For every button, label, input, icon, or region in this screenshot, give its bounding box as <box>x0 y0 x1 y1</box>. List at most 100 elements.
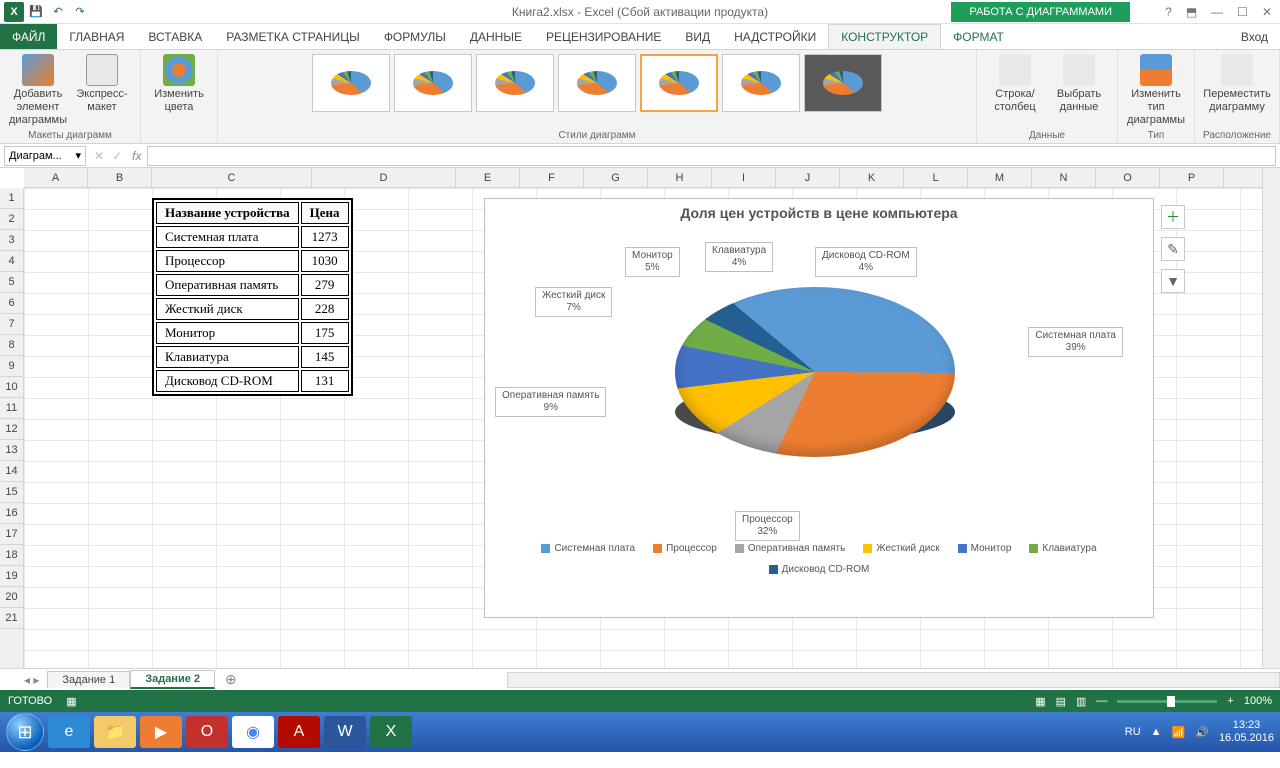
row-header[interactable]: 7 <box>0 314 23 335</box>
row-header[interactable]: 19 <box>0 566 23 587</box>
maximize-icon[interactable]: ☐ <box>1237 5 1248 19</box>
column-headers[interactable]: ABCDEFGHIJKLMNOP <box>24 168 1262 188</box>
start-button[interactable]: ⊞ <box>6 713 44 751</box>
tray-flag-icon[interactable]: ▲ <box>1151 726 1162 738</box>
col-header[interactable]: I <box>712 168 776 187</box>
row-header[interactable]: 1 <box>0 188 23 209</box>
col-header[interactable]: P <box>1160 168 1224 187</box>
tray-network-icon[interactable]: 📶 <box>1172 726 1186 739</box>
row-header[interactable]: 9 <box>0 356 23 377</box>
horizontal-scrollbar[interactable] <box>507 672 1280 688</box>
move-chart-button[interactable]: Переместить диаграмму <box>1207 54 1267 114</box>
row-header[interactable]: 16 <box>0 503 23 524</box>
sheet-tab-1[interactable]: Задание 1 <box>47 671 130 688</box>
data-table[interactable]: Название устройстваЦена Системная плата1… <box>152 198 353 396</box>
quick-layout-button[interactable]: Экспресс-макет <box>72 54 132 114</box>
vertical-scrollbar[interactable] <box>1262 168 1280 668</box>
chevron-down-icon[interactable]: ▾ <box>75 149 81 162</box>
row-header[interactable]: 5 <box>0 272 23 293</box>
tray-lang[interactable]: RU <box>1125 726 1141 738</box>
col-header[interactable]: M <box>968 168 1032 187</box>
add-chart-element-button[interactable]: Добавить элемент диаграммы <box>8 54 68 128</box>
login-link[interactable]: Вход <box>1241 24 1280 49</box>
enter-icon[interactable]: ✓ <box>108 149 126 163</box>
col-header[interactable]: G <box>584 168 648 187</box>
view-break-icon[interactable]: ▥ <box>1076 695 1086 708</box>
ribbon-options-icon[interactable]: ⬒ <box>1186 5 1197 19</box>
row-header[interactable]: 15 <box>0 482 23 503</box>
col-header[interactable]: B <box>88 168 152 187</box>
tab-format[interactable]: ФОРМАТ <box>941 24 1016 49</box>
macro-icon[interactable]: ▦ <box>66 695 76 708</box>
zoom-slider[interactable] <box>1117 700 1217 703</box>
col-header[interactable]: D <box>312 168 456 187</box>
taskbar-word-icon[interactable]: W <box>324 716 366 748</box>
row-header[interactable]: 10 <box>0 377 23 398</box>
zoom-out-icon[interactable]: — <box>1096 695 1107 707</box>
tab-layout[interactable]: РАЗМЕТКА СТРАНИЦЫ <box>214 24 372 49</box>
new-sheet-button[interactable]: ⊕ <box>215 671 247 688</box>
chart-title[interactable]: Доля цен устройств в цене компьютера <box>485 199 1153 227</box>
taskbar-chrome-icon[interactable]: ◉ <box>232 716 274 748</box>
row-header[interactable]: 2 <box>0 209 23 230</box>
row-header[interactable]: 21 <box>0 608 23 629</box>
col-header[interactable]: N <box>1032 168 1096 187</box>
row-header[interactable]: 11 <box>0 398 23 419</box>
style-1[interactable] <box>312 54 390 112</box>
col-header[interactable]: C <box>152 168 312 187</box>
row-header[interactable]: 8 <box>0 335 23 356</box>
sheet-tab-2[interactable]: Задание 2 <box>130 670 215 689</box>
col-header[interactable]: O <box>1096 168 1160 187</box>
row-headers[interactable]: 123456789101112131415161718192021 <box>0 188 24 668</box>
style-5[interactable] <box>640 54 718 112</box>
row-header[interactable]: 6 <box>0 293 23 314</box>
chart-style-gallery[interactable] <box>312 54 882 114</box>
undo-icon[interactable]: ↶ <box>48 2 68 22</box>
tray-volume-icon[interactable]: 🔊 <box>1195 726 1209 739</box>
chart-object[interactable]: Доля цен устройств в цене компьютера ＋ ✎… <box>484 198 1154 618</box>
plot-area[interactable]: Системная плата39% Процессор32% Оператив… <box>485 227 1153 537</box>
zoom-in-icon[interactable]: + <box>1227 695 1233 707</box>
taskbar-explorer-icon[interactable]: 📁 <box>94 716 136 748</box>
tab-file[interactable]: ФАЙЛ <box>0 24 57 49</box>
tab-design[interactable]: КОНСТРУКТОР <box>828 24 941 49</box>
row-header[interactable]: 20 <box>0 587 23 608</box>
tab-nav-icon[interactable]: ◂ ▸ <box>24 673 47 687</box>
col-header[interactable]: E <box>456 168 520 187</box>
row-header[interactable]: 4 <box>0 251 23 272</box>
tab-insert[interactable]: ВСТАВКА <box>136 24 214 49</box>
taskbar-pdf-icon[interactable]: A <box>278 716 320 748</box>
taskbar-opera-icon[interactable]: O <box>186 716 228 748</box>
style-2[interactable] <box>394 54 472 112</box>
formula-input[interactable] <box>147 146 1276 166</box>
col-header[interactable]: J <box>776 168 840 187</box>
style-6[interactable] <box>722 54 800 112</box>
change-colors-button[interactable]: Изменить цвета <box>149 54 209 114</box>
cancel-icon[interactable]: ✕ <box>90 149 108 163</box>
chart-filters-button[interactable]: ▼ <box>1161 269 1185 293</box>
tab-formulas[interactable]: ФОРМУЛЫ <box>372 24 458 49</box>
tab-review[interactable]: РЕЦЕНЗИРОВАНИЕ <box>534 24 673 49</box>
help-icon[interactable]: ? <box>1165 5 1172 19</box>
taskbar-ie-icon[interactable]: e <box>48 716 90 748</box>
style-3[interactable] <box>476 54 554 112</box>
switch-row-col-button[interactable]: Строка/столбец <box>985 54 1045 114</box>
redo-icon[interactable]: ↷ <box>70 2 90 22</box>
view-layout-icon[interactable]: ▤ <box>1056 695 1066 708</box>
col-header[interactable]: K <box>840 168 904 187</box>
tab-home[interactable]: ГЛАВНАЯ <box>57 24 136 49</box>
taskbar-media-icon[interactable]: ▶ <box>140 716 182 748</box>
tab-data[interactable]: ДАННЫЕ <box>458 24 534 49</box>
minimize-icon[interactable]: — <box>1211 5 1223 19</box>
row-header[interactable]: 14 <box>0 461 23 482</box>
row-header[interactable]: 18 <box>0 545 23 566</box>
close-icon[interactable]: ✕ <box>1262 5 1272 19</box>
tray-clock[interactable]: 13:2316.05.2016 <box>1219 719 1274 745</box>
view-normal-icon[interactable]: ▦ <box>1035 695 1045 708</box>
worksheet-grid[interactable]: ABCDEFGHIJKLMNOP 12345678910111213141516… <box>0 168 1280 668</box>
system-tray[interactable]: RU ▲ 📶 🔊 13:2316.05.2016 <box>1125 719 1274 745</box>
row-header[interactable]: 17 <box>0 524 23 545</box>
chart-elements-button[interactable]: ＋ <box>1161 205 1185 229</box>
zoom-level[interactable]: 100% <box>1244 695 1272 707</box>
taskbar-excel-icon[interactable]: X <box>370 716 412 748</box>
